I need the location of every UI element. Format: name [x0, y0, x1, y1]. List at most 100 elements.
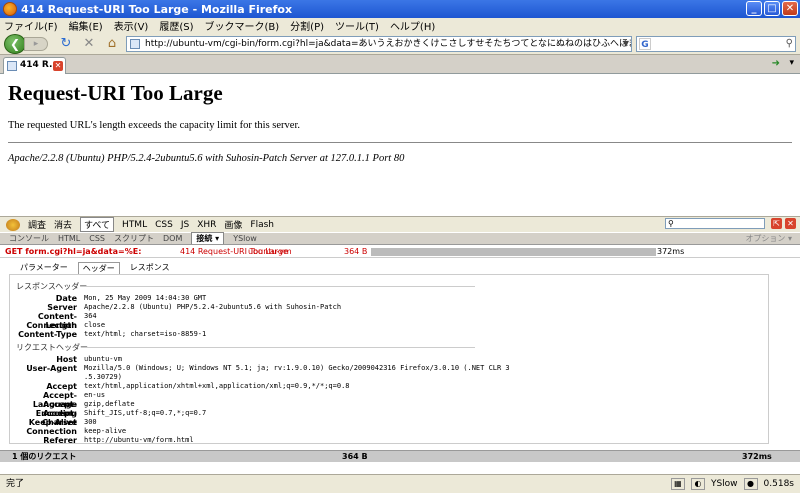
url-text: http://ubuntu-vm/cgi-bin/form.cgi?hl=ja&… [145, 39, 631, 49]
navigation-toolbar: ❮ ▸ ↻ ✕ ⌂ http://ubuntu-vm/cgi-bin/form.… [0, 33, 800, 55]
fb-options-menu[interactable]: オプション ▾ [745, 233, 792, 244]
request-time: 372ms [657, 247, 685, 256]
page-title: Request-URI Too Large [8, 81, 223, 105]
yslow-icon[interactable]: ◐ [690, 478, 705, 490]
tab-css[interactable]: CSS [89, 234, 105, 243]
header-row: Connection keep-alive [26, 427, 127, 436]
header-row: Keep-Alive 300 [28, 418, 97, 427]
header-row: Host ubuntu-vm [56, 355, 122, 364]
firebug-status-icon[interactable]: ● [743, 478, 758, 490]
subtab-response[interactable]: レスポンス [126, 262, 174, 274]
search-icon[interactable]: ⚲ [786, 38, 793, 49]
section-divider [85, 286, 475, 287]
header-row: Accept text/html,application/xhtml+xml,ap… [46, 382, 350, 391]
response-headers-title: レスポンスヘッダー [16, 282, 88, 291]
home-icon[interactable]: ⌂ [104, 36, 120, 52]
minimize-button[interactable]: _ [746, 1, 762, 16]
fb-detach-icon[interactable]: ⇱ [771, 218, 782, 229]
tab-bar: 414 R... ✕ ➜ ▾ [0, 55, 800, 74]
fb-inspect-button[interactable]: 調査 [28, 218, 46, 231]
request-count: 1 個のリクエスト [12, 452, 77, 461]
fb-filter-xhr[interactable]: XHR [197, 220, 216, 230]
load-time: 0.518s [763, 479, 794, 489]
header-row: Referer http://ubuntu-vm/form.html [43, 436, 194, 445]
fb-search-input[interactable]: ⚲ [665, 218, 765, 229]
request-url[interactable]: GET form.cgi?hl=ja&data=%E: [5, 245, 141, 258]
request-row[interactable]: GET form.cgi?hl=ja&data=%E: 414 Request-… [0, 245, 800, 258]
stop-icon[interactable]: ✕ [81, 36, 97, 52]
request-domain: ubuntu-vm [248, 247, 292, 256]
reload-icon[interactable]: ↻ [58, 36, 74, 52]
tab-list-arrow-icon[interactable]: ➜ [772, 58, 780, 69]
firebug-icon[interactable] [6, 218, 20, 231]
status-bar: 完了 ▦ ◐ YSlow ● 0.518s [0, 474, 800, 493]
header-row: Connection close [26, 321, 106, 330]
header-row: Content-Length 364 [37, 312, 97, 330]
search-input[interactable]: G ⚲ [636, 36, 796, 52]
search-engine-icon[interactable]: G [639, 38, 651, 50]
fb-filter-flash[interactable]: Flash [250, 220, 274, 230]
search-icon: ⚲ [668, 219, 674, 228]
header-row: Server Apache/2.2.8 (Ubuntu) PHP/5.2.4-2u… [47, 303, 342, 312]
subtab-params[interactable]: パラメーター [16, 262, 72, 274]
request-size: 364 B [344, 247, 368, 256]
maximize-button[interactable]: □ [764, 1, 780, 16]
section-divider [85, 347, 475, 348]
tab-close-icon[interactable]: ✕ [53, 61, 63, 71]
header-row: User-Agent Mozilla/5.0 (Windows; U; Windo… [26, 364, 510, 373]
fb-clear-button[interactable]: 消去 [54, 218, 72, 231]
menu-view[interactable]: 表示(V) [114, 18, 149, 33]
request-headers-title: リクエストヘッダー [16, 343, 88, 352]
header-row: Accept-Charset Shift_JIS,utf-8;q=0.7,*;q=… [42, 409, 207, 427]
forward-button[interactable]: ▸ [24, 37, 48, 51]
tab-html[interactable]: HTML [58, 234, 80, 243]
firefox-icon [3, 2, 17, 16]
fb-close-icon[interactable]: ✕ [785, 218, 796, 229]
tab-dom[interactable]: DOM [163, 234, 182, 243]
timeline-bar [371, 248, 656, 256]
url-bar[interactable]: http://ubuntu-vm/cgi-bin/form.cgi?hl=ja&… [126, 36, 632, 52]
yslow-label[interactable]: YSlow [711, 475, 738, 493]
net-panel: GET form.cgi?hl=ja&data=%E: 414 Request-… [0, 244, 800, 448]
fb-filter-css[interactable]: CSS [155, 220, 173, 230]
tab-yslow[interactable]: YSlow [233, 234, 257, 243]
error-message: The requested URL's length exceeds the c… [8, 120, 301, 131]
window-titlebar: 414 Request-URI Too Large - Mozilla Fire… [0, 0, 800, 18]
menu-bookmarks[interactable]: ブックマーク(B) [205, 18, 280, 33]
header-row: .5.30729) [84, 373, 122, 381]
close-window-button[interactable]: ✕ [782, 1, 798, 16]
tab-favicon-icon [7, 61, 17, 71]
url-dropdown-icon[interactable]: ▼ [623, 37, 629, 51]
menu-edit[interactable]: 編集(E) [69, 18, 103, 33]
tab-current[interactable]: 414 R... ✕ [3, 57, 66, 74]
total-time: 372ms [742, 452, 772, 461]
header-row: Content-Type text/html; charset=iso-8859-… [18, 330, 207, 339]
status-text: 完了 [6, 479, 25, 489]
window-title: 414 Request-URI Too Large - Mozilla Fire… [21, 2, 293, 16]
menu-history[interactable]: 履歴(S) [159, 18, 193, 33]
fb-filter-html[interactable]: HTML [122, 220, 147, 230]
request-subtabs: パラメーター ヘッダー レスポンス [16, 262, 180, 274]
tab-console[interactable]: コンソール [9, 233, 49, 244]
tab-script[interactable]: スクリプト [114, 233, 154, 244]
header-row: Accept-Language en-us [32, 391, 106, 409]
net-summary-bar: 1 個のリクエスト 364 B 372ms [0, 450, 800, 462]
fb-filter-images[interactable]: 画像 [224, 218, 242, 231]
total-size: 364 B [342, 452, 368, 461]
menu-file[interactable]: ファイル(F) [4, 18, 58, 33]
back-button[interactable]: ❮ [4, 34, 26, 54]
page-content: Request-URI Too Large The requested URL'… [0, 75, 800, 215]
headers-box: レスポンスヘッダー Date Mon, 25 May 2009 14:04:30 … [9, 274, 769, 445]
fb-filter-all[interactable]: すべて [80, 217, 115, 232]
menu-split[interactable]: 分割(P) [290, 18, 324, 33]
tab-dropdown-icon[interactable]: ▾ [789, 58, 794, 68]
menu-bar: ファイル(F) 編集(E) 表示(V) 履歴(S) ブックマーク(B) 分割(P… [0, 18, 800, 33]
site-favicon-icon [130, 39, 140, 49]
addon-icon[interactable]: ▦ [670, 478, 685, 490]
subtab-headers[interactable]: ヘッダー [77, 262, 120, 274]
firebug-panel-tabs: コンソール HTML CSS スクリプト DOM 接続 ▾ YSlow オプショ… [0, 232, 800, 245]
menu-tools[interactable]: ツール(T) [335, 18, 379, 33]
menu-help[interactable]: ヘルプ(H) [390, 18, 435, 33]
server-signature: Apache/2.2.8 (Ubuntu) PHP/5.2.4-2ubuntu5… [8, 153, 405, 164]
fb-filter-js[interactable]: JS [181, 220, 189, 230]
